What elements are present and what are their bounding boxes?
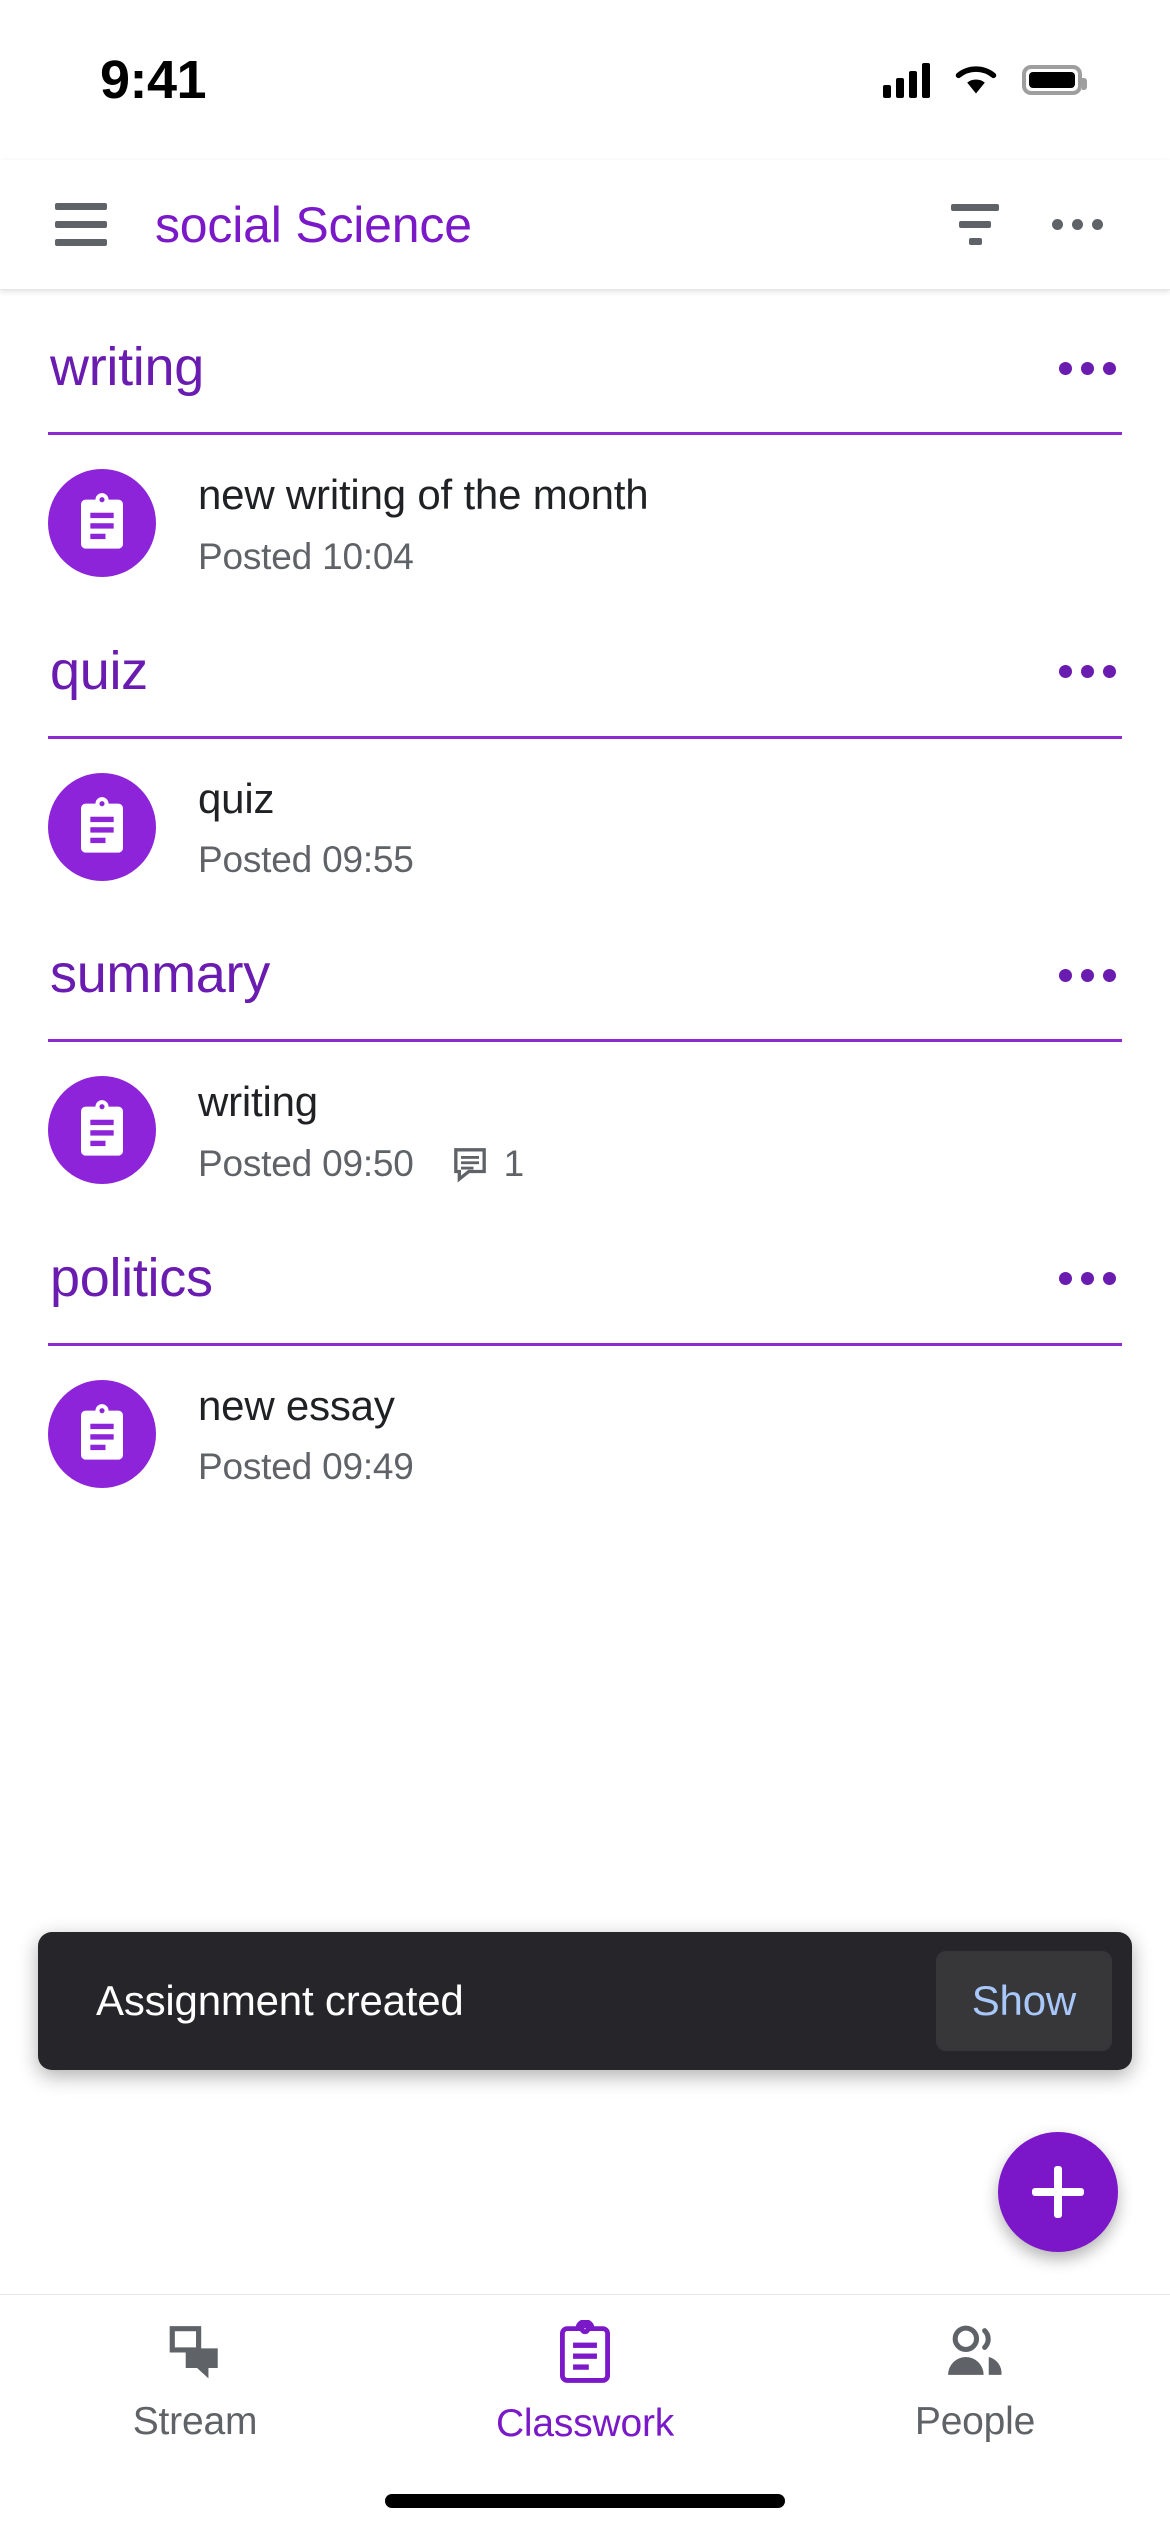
topic-title: summary — [50, 944, 270, 1005]
wifi-icon — [955, 66, 997, 94]
assignment-posted-time: Posted 10:04 — [198, 535, 414, 577]
topic-more-options-icon[interactable] — [1052, 1244, 1122, 1314]
assignment-title: quiz — [198, 774, 275, 822]
assignment-body: quiz Posted 09:55 — [198, 773, 1122, 882]
status-icons — [883, 62, 1087, 98]
topic-section: politics new essay Posted 09:49 — [0, 1215, 1170, 1519]
assignment-title: new essay — [198, 1381, 395, 1429]
assignment-item[interactable]: writing Posted 09:50 1 — [48, 1042, 1122, 1215]
assignment-item[interactable]: new essay Posted 09:49 — [48, 1346, 1122, 1519]
cellular-signal-icon — [883, 62, 930, 98]
assignment-title: new writing of the month — [198, 471, 649, 518]
show-button[interactable]: Show — [935, 1951, 1112, 2051]
comment-indicator: 1 — [450, 1142, 525, 1185]
assignment-meta: Posted 09:50 1 — [198, 1143, 1122, 1185]
topic-title: writing — [50, 337, 204, 398]
assignment-clipboard-icon — [48, 1076, 156, 1185]
topic-more-options-icon[interactable] — [1052, 637, 1122, 707]
nav-label-classwork: Classwork — [495, 2401, 675, 2445]
assignment-meta: Posted 09:55 — [198, 839, 1122, 881]
classwork-list[interactable]: writing new writing of the month Posted … — [0, 290, 1170, 2294]
assignment-posted-time: Posted 09:55 — [198, 839, 414, 880]
assignment-item[interactable]: new writing of the month Posted 10:04 — [48, 435, 1122, 608]
status-time: 9:41 — [100, 50, 207, 110]
topic-header[interactable]: writing — [48, 304, 1122, 432]
app-toolbar: social Science — [0, 160, 1170, 290]
topic-section: writing new writing of the month Posted … — [0, 304, 1170, 608]
topic-section: quiz quiz Posted 09:55 — [0, 608, 1170, 912]
topic-section: summary writing Posted 09:50 1 — [0, 911, 1170, 1215]
phone-screen: 9:41 social Science writing new writing … — [0, 0, 1170, 2532]
topic-header[interactable]: quiz — [48, 608, 1122, 736]
topic-header[interactable]: summary — [48, 911, 1122, 1039]
assignment-body: new essay Posted 09:49 — [198, 1380, 1122, 1489]
topic-title: quiz — [50, 640, 148, 701]
assignment-clipboard-icon — [48, 772, 156, 881]
snackbar: Assignment created Show — [38, 1932, 1132, 2070]
filter-list-icon[interactable] — [942, 192, 1008, 258]
topic-more-options-icon[interactable] — [1052, 940, 1122, 1010]
add-button[interactable] — [998, 2132, 1118, 2252]
battery-icon — [1022, 65, 1087, 95]
snackbar-message: Assignment created — [96, 1977, 464, 2024]
home-indicator — [0, 2470, 1170, 2532]
page-title: social Science — [155, 196, 472, 253]
assignment-item[interactable]: quiz Posted 09:55 — [48, 739, 1122, 912]
more-options-icon[interactable] — [1044, 192, 1110, 258]
stream-chat-icon — [169, 2325, 218, 2378]
plus-icon — [1032, 2166, 1084, 2218]
hamburger-menu-icon[interactable] — [55, 194, 117, 256]
topic-more-options-icon[interactable] — [1052, 333, 1122, 403]
nav-item-classwork[interactable]: Classwork — [390, 2319, 780, 2446]
assignment-body: new writing of the month Posted 10:04 — [198, 469, 1122, 578]
assignment-meta: Posted 09:49 — [198, 1446, 1122, 1488]
assignment-posted-time: Posted 09:50 — [198, 1142, 414, 1184]
assignment-title: writing — [198, 1078, 318, 1125]
nav-label-people: People — [914, 2399, 1036, 2443]
topic-title: politics — [50, 1247, 213, 1308]
assignment-posted-time: Posted 09:49 — [198, 1446, 414, 1487]
comment-count: 1 — [503, 1142, 525, 1184]
nav-label-stream: Stream — [132, 2399, 258, 2443]
people-icon — [948, 2325, 1002, 2375]
status-bar: 9:41 — [0, 0, 1170, 160]
topic-header[interactable]: politics — [48, 1215, 1122, 1343]
nav-item-stream[interactable]: Stream — [0, 2322, 390, 2444]
assignment-meta: Posted 10:04 — [198, 536, 1122, 578]
assignment-body: writing Posted 09:50 1 — [198, 1076, 1122, 1185]
classwork-clipboard-icon — [559, 2319, 611, 2383]
assignment-clipboard-icon — [48, 469, 156, 578]
bottom-navigation: Stream Classwork People — [0, 2294, 1170, 2470]
comment-bubble-icon — [453, 1147, 486, 1182]
assignment-clipboard-icon — [48, 1379, 156, 1488]
nav-item-people[interactable]: People — [780, 2322, 1170, 2444]
